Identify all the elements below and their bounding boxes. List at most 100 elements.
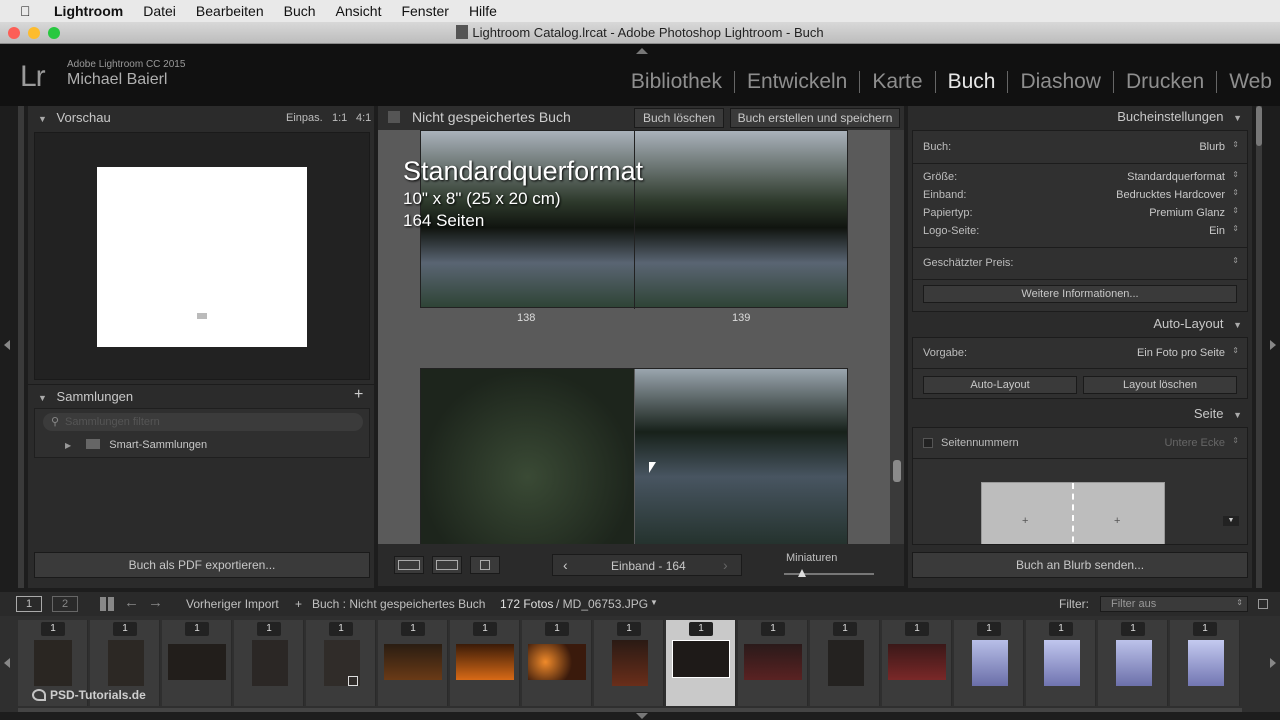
page-template-preview[interactable]: + + [981, 482, 1165, 544]
menu-buch[interactable]: Buch [284, 3, 316, 19]
module-bibliothek[interactable]: Bibliothek [619, 71, 735, 93]
filmstrip-left-arrow-icon[interactable] [4, 658, 10, 668]
logo-page-select[interactable]: Ein [1209, 225, 1225, 237]
book-vendor-select[interactable]: Blurb [1199, 141, 1225, 153]
smart-collections-item[interactable]: ▶ Smart-Sammlungen [65, 439, 207, 451]
filmstrip-cell[interactable]: 1 [234, 620, 304, 706]
auto-layout-button[interactable]: Auto-Layout [923, 376, 1077, 394]
secondary-window-button[interactable]: 2 [52, 596, 78, 612]
filmstrip-scrollbar[interactable] [18, 708, 1242, 712]
photo-count: 172 Fotos [500, 597, 554, 611]
page-section-header[interactable]: Seite ▼ [1194, 406, 1242, 421]
module-diashow[interactable]: Diashow [1008, 71, 1114, 93]
auto-layout-title: Auto-Layout [1153, 316, 1224, 331]
spread-view-button[interactable] [432, 556, 462, 574]
send-to-blurb-button[interactable]: Buch an Blurb senden... [912, 552, 1248, 578]
page-numbers-position-select[interactable]: Untere Ecke [1164, 437, 1225, 449]
filter-select[interactable]: Filter aus ⇕ [1100, 596, 1248, 612]
menu-bearbeiten[interactable]: Bearbeiten [196, 3, 264, 19]
filmstrip-cell[interactable]: 1 [954, 620, 1024, 706]
grid-icon[interactable] [100, 597, 114, 611]
template-picker-dropdown-icon[interactable]: ▼ [1223, 516, 1239, 526]
zoom-4-1-option[interactable]: 4:1 [356, 112, 371, 124]
filmstrip-cell[interactable]: 1 [378, 620, 448, 706]
collapse-top-panel-icon[interactable] [636, 48, 648, 54]
collections-header[interactable]: ▼ Sammlungen [38, 389, 133, 404]
center-scroll-thumb[interactable] [893, 460, 901, 482]
filmstrip-cell[interactable]: 1 [594, 620, 664, 706]
collapse-filmstrip-icon[interactable] [636, 713, 648, 719]
module-drucken[interactable]: Drucken [1114, 71, 1218, 93]
previous-page-icon[interactable]: ‹ [563, 557, 568, 573]
book-settings-header[interactable]: Bucheinstellungen ▼ [1117, 109, 1242, 124]
module-entwickeln[interactable]: Entwickeln [735, 71, 861, 93]
filmstrip-thumbnail [528, 644, 586, 680]
more-info-button[interactable]: Weitere Informationen... [923, 285, 1237, 303]
preset-select[interactable]: Ein Foto pro Seite [1137, 347, 1225, 359]
forward-arrow-icon[interactable]: → [148, 594, 163, 611]
filmstrip-cell[interactable]: 1 [882, 620, 952, 706]
close-window-button[interactable] [8, 27, 20, 39]
previous-import-link[interactable]: Vorheriger Import [186, 597, 279, 611]
size-select[interactable]: Standardquerformat [1127, 171, 1225, 183]
add-collection-icon[interactable]: + [354, 386, 363, 404]
module-karte[interactable]: Karte [860, 71, 936, 93]
left-panel-toggle-icon[interactable] [4, 340, 10, 350]
thumbnail-size-slider[interactable] [784, 569, 874, 577]
filmstrip-right-arrow-icon[interactable] [1270, 658, 1276, 668]
filmstrip-cell[interactable]: 1 [306, 620, 376, 706]
collections-filter-input[interactable]: ⚲ Sammlungen filtern [43, 413, 363, 431]
primary-window-button[interactable]: 1 [16, 596, 42, 612]
zoom-1-1-option[interactable]: 1:1 [332, 112, 347, 124]
module-buch[interactable]: Buch [936, 71, 1009, 93]
menu-lightroom[interactable]: Lightroom [54, 3, 123, 19]
menu-fenster[interactable]: Fenster [401, 3, 448, 19]
right-panel-scrollbar[interactable] [1256, 106, 1262, 588]
auto-layout-header[interactable]: Auto-Layout ▼ [1153, 316, 1242, 331]
clear-layout-button[interactable]: Layout löschen [1083, 376, 1237, 394]
menu-hilfe[interactable]: Hilfe [469, 3, 497, 19]
delete-book-button[interactable]: Buch löschen [634, 108, 724, 128]
menu-datei[interactable]: Datei [143, 3, 176, 19]
filmstrip-thumbnail [888, 644, 946, 680]
filmstrip-cell[interactable]: 1 [450, 620, 520, 706]
menu-ansicht[interactable]: Ansicht [336, 3, 382, 19]
back-arrow-icon[interactable]: ← [124, 594, 139, 611]
current-source-link[interactable]: Buch : Nicht gespeichertes Buch [312, 597, 485, 611]
filter-lock-icon[interactable] [1258, 599, 1268, 609]
spread-next[interactable] [420, 368, 848, 544]
multi-page-view-button[interactable] [394, 556, 424, 574]
right-panel-toggle-icon[interactable] [1270, 340, 1276, 350]
filmstrip-cell[interactable]: 1 [1170, 620, 1240, 706]
zoom-fit-option[interactable]: Einpas. [286, 112, 323, 124]
zoom-window-button[interactable] [48, 27, 60, 39]
window-titlebar: Lightroom Catalog.lrcat - Adobe Photosho… [0, 22, 1280, 44]
right-scroll-thumb[interactable] [1256, 106, 1262, 146]
paper-select[interactable]: Premium Glanz [1149, 207, 1225, 219]
preview-header[interactable]: ▼ Vorschau [38, 110, 111, 125]
center-bottom-toolbar: ‹ Einband - 164 › Miniaturen [378, 544, 904, 586]
apple-icon[interactable]:  [20, 3, 40, 19]
slider-thumb[interactable] [798, 569, 806, 577]
template-gutter [1072, 483, 1074, 544]
filmstrip-cell-selected[interactable]: 1 [666, 620, 736, 706]
single-page-view-button[interactable] [470, 556, 500, 574]
create-save-book-button[interactable]: Buch erstellen und speichern [730, 108, 900, 128]
filmstrip-cell[interactable]: 1 [162, 620, 232, 706]
filmstrip-cell[interactable]: 1 [1026, 620, 1096, 706]
stepper-icon: ⇕ [1232, 140, 1239, 149]
module-web[interactable]: Web [1217, 71, 1280, 93]
minimize-window-button[interactable] [28, 27, 40, 39]
next-page-icon[interactable]: › [723, 557, 728, 573]
center-scrollbar[interactable] [890, 130, 904, 544]
filmstrip-cell[interactable]: 1 [522, 620, 592, 706]
filmstrip-cell[interactable]: 1 [1098, 620, 1168, 706]
page-numbers-checkbox[interactable] [923, 438, 933, 448]
filmstrip-cell[interactable]: 1 [738, 620, 808, 706]
cover-select[interactable]: Bedrucktes Hardcover [1116, 189, 1225, 201]
export-pdf-button[interactable]: Buch als PDF exportieren... [34, 552, 370, 578]
selected-filename[interactable]: / MD_06753.JPG [556, 597, 648, 611]
filmstrip-cell[interactable]: 1 [810, 620, 880, 706]
left-panel-scrollbar[interactable] [18, 106, 24, 588]
chevron-down-icon[interactable]: ▼ [650, 598, 658, 607]
